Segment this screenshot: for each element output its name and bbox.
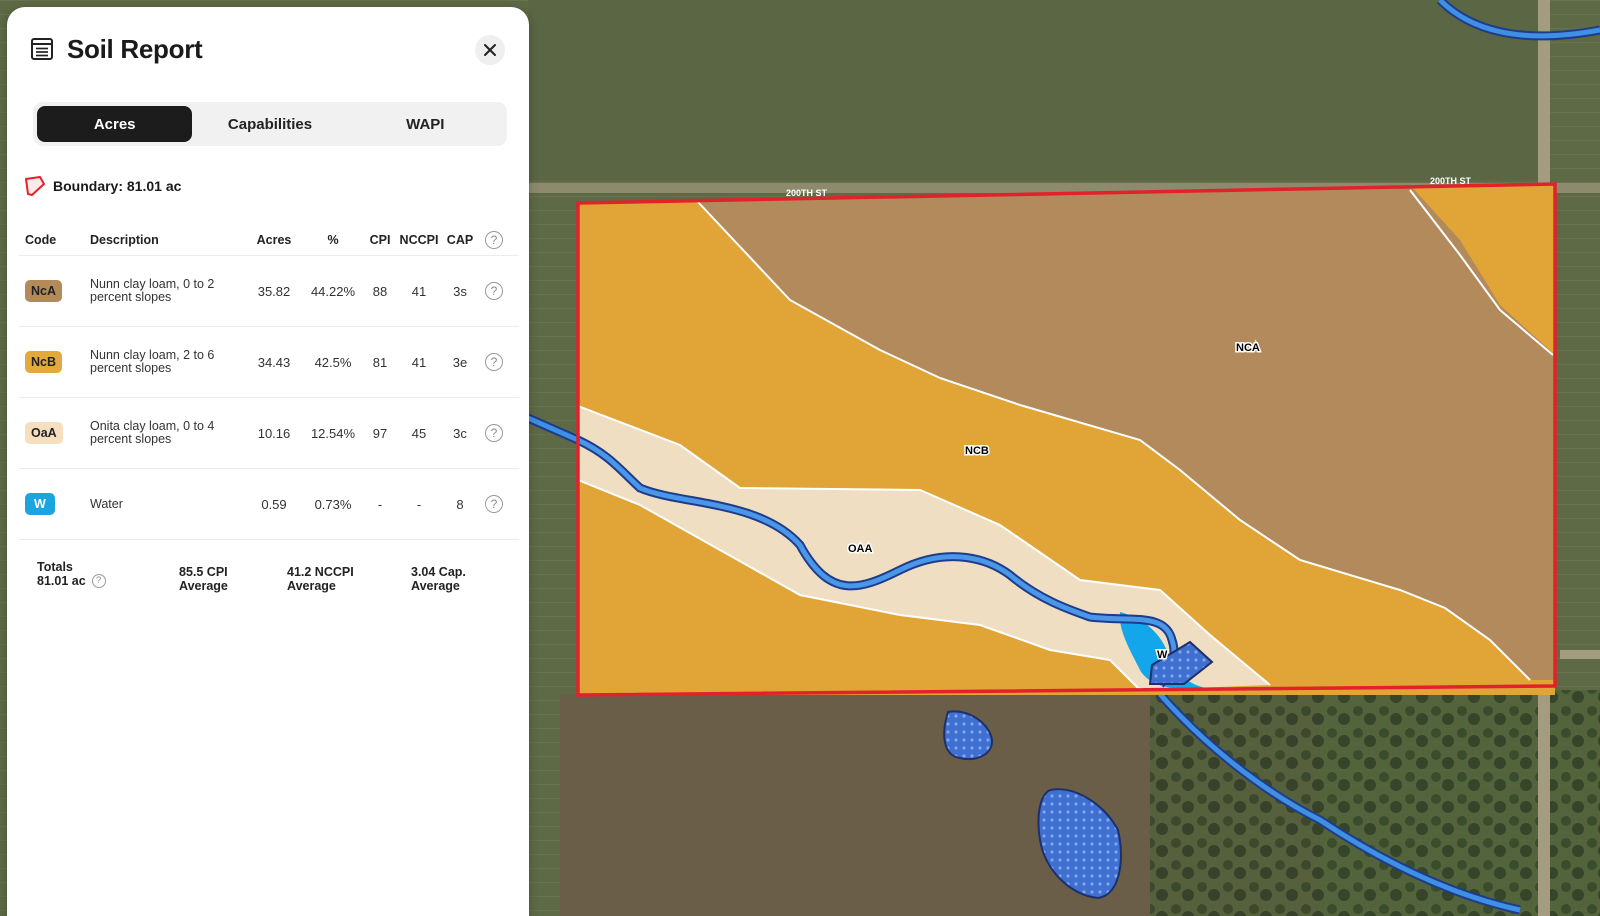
map-label-nca: NCA — [1236, 342, 1260, 354]
totals-cap-value: 3.04 Cap. — [411, 565, 466, 579]
soil-nccpi: 41 — [411, 283, 427, 299]
report-tabs: Acres Capabilities WAPI — [33, 102, 507, 146]
help-icon[interactable]: ? — [485, 353, 503, 371]
boundary-polygon-icon — [25, 176, 45, 196]
soil-nccpi: 45 — [411, 425, 427, 441]
totals-acres: 81.01 ac — [37, 574, 86, 588]
tab-capabilities[interactable]: Capabilities — [192, 106, 347, 142]
help-icon[interactable]: ? — [485, 282, 503, 300]
soil-acres: 35.82 — [257, 283, 291, 299]
header-code: Code — [25, 233, 57, 247]
totals-cpi-label: Average — [179, 579, 228, 593]
soil-cpi: 81 — [372, 354, 388, 370]
soil-percent: 42.5% — [314, 354, 352, 370]
soil-table: Code Description Acres % CPI NCCPI CAP ?… — [19, 225, 519, 593]
table-row[interactable]: OaA Onita clay loam, 0 to 4 percent slop… — [19, 397, 519, 468]
map-label-ncb: NCB — [965, 445, 989, 457]
close-icon — [484, 44, 496, 56]
table-row[interactable]: NcA Nunn clay loam, 0 to 2 percent slope… — [19, 255, 519, 326]
totals-label: Totals — [37, 560, 73, 574]
soil-description: Water — [90, 496, 123, 511]
soil-percent: 44.22% — [310, 283, 356, 299]
table-row[interactable]: NcB Nunn clay loam, 2 to 6 percent slope… — [19, 326, 519, 397]
soil-code-badge: OaA — [25, 422, 63, 444]
header-nccpi: NCCPI — [399, 233, 439, 247]
panel-header: Soil Report — [29, 29, 507, 69]
header-acres: Acres — [256, 233, 292, 247]
boundary-label: Boundary: 81.01 ac — [53, 178, 182, 194]
road-east-spur — [1560, 650, 1600, 659]
soil-percent: 12.54% — [310, 425, 356, 441]
soil-code-badge: NcB — [25, 351, 63, 373]
tree-cover — [1150, 690, 1600, 916]
header-cpi: CPI — [369, 233, 391, 247]
table-header: Code Description Acres % CPI NCCPI CAP ? — [19, 225, 519, 255]
map-label-w: W — [1157, 649, 1168, 661]
table-row[interactable]: W Water 0.59 0.73% - - 8 ? — [19, 468, 519, 539]
soil-description: Nunn clay loam, 2 to 6 percent slopes — [90, 348, 215, 375]
soil-cpi: 97 — [372, 425, 388, 441]
road-label-left: 200TH ST — [786, 188, 828, 198]
soil-nccpi: 41 — [411, 354, 427, 370]
help-icon[interactable]: ? — [91, 574, 106, 588]
soil-cpi: - — [377, 496, 383, 512]
report-document-icon — [31, 38, 53, 60]
panel-title: Soil Report — [67, 33, 203, 64]
close-button[interactable] — [475, 35, 505, 65]
soil-nccpi: - — [416, 496, 422, 512]
soil-zones — [577, 183, 1555, 695]
soil-cap: 3c — [453, 425, 467, 441]
soil-code-badge: W — [25, 493, 55, 515]
map-label-oaa: OAA — [848, 543, 873, 555]
tab-wapi[interactable]: WAPI — [348, 106, 503, 142]
header-cap: CAP — [446, 233, 474, 247]
soil-percent: 0.73% — [314, 496, 352, 512]
soil-code-badge: NcA — [25, 280, 63, 302]
soil-acres: 34.43 — [257, 354, 291, 370]
header-description: Description — [90, 232, 159, 247]
header-percent: % — [327, 233, 339, 247]
totals-row: Totals 81.01 ac? 85.5 CPI Average 41.2 N… — [19, 539, 519, 593]
totals-nccpi-label: Average — [287, 579, 336, 593]
north-field — [528, 0, 1538, 180]
soil-cap: 8 — [456, 496, 464, 512]
soil-report-panel: Soil Report Acres Capabilities WAPI Boun… — [7, 7, 529, 916]
totals-cpi-value: 85.5 CPI — [179, 565, 228, 579]
soil-description: Onita clay loam, 0 to 4 percent slopes — [90, 419, 215, 446]
soil-acres: 0.59 — [261, 496, 287, 512]
totals-nccpi-value: 41.2 NCCPI — [287, 565, 354, 579]
help-icon[interactable]: ? — [485, 495, 503, 513]
soil-cap: 3s — [453, 283, 467, 299]
soil-acres: 10.16 — [257, 425, 291, 441]
boundary-summary: Boundary: 81.01 ac — [23, 175, 181, 197]
help-icon[interactable]: ? — [485, 231, 503, 249]
totals-cap-label: Average — [411, 579, 460, 593]
soil-description: Nunn clay loam, 0 to 2 percent slopes — [90, 277, 215, 304]
soil-cap: 3e — [452, 354, 468, 370]
help-icon[interactable]: ? — [485, 424, 503, 442]
soil-cpi: 88 — [372, 283, 388, 299]
tab-acres[interactable]: Acres — [37, 106, 193, 142]
